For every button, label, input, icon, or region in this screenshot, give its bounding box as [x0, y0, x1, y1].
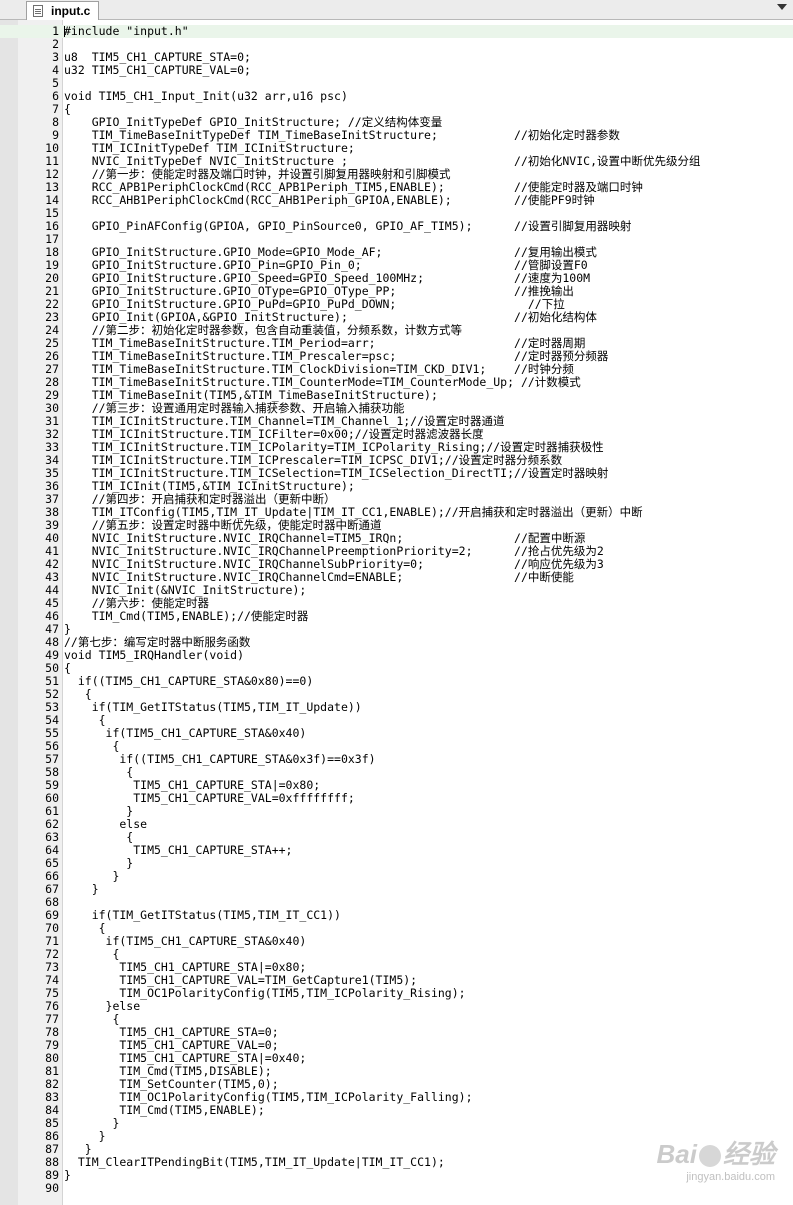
code-text[interactable]: void TIM5_IRQHandler(void): [64, 649, 244, 662]
code-text[interactable]: u32 TIM5_CH1_CAPTURE_VAL=0;: [64, 64, 251, 77]
code-line[interactable]: 1 #include "input.h": [0, 25, 793, 38]
code-line[interactable]: 16 GPIO_PinAFConfig(GPIOA, GPIO_PinSourc…: [0, 220, 793, 233]
code-lines: 1 #include "input.h" 2 3 u8 TIM5_CH1_CAPTURE…: [0, 25, 793, 1195]
code-text[interactable]: if((TIM5_CH1_CAPTURE_STA&0x80)==0): [64, 675, 313, 688]
code-text[interactable]: TIM_Cmd(TIM5,ENABLE);//使能定时器: [64, 610, 309, 623]
code-editor[interactable]: 1 #include "input.h" 2 3 u8 TIM5_CH1_CAPTURE…: [0, 20, 793, 1205]
code-line[interactable]: 53 if(TIM_GetITStatus(TIM5,TIM_IT_Update…: [0, 701, 793, 714]
code-line[interactable]: 90: [0, 1182, 793, 1195]
code-line[interactable]: 49 void TIM5_IRQHandler(void): [0, 649, 793, 662]
watermark-brand: Bai: [656, 1139, 697, 1169]
code-text[interactable]: TIM_ClearITPendingBit(TIM5,TIM_IT_Update…: [64, 1156, 445, 1169]
code-text[interactable]: }: [64, 883, 99, 896]
code-line[interactable]: 46 TIM_Cmd(TIM5,ENABLE);//使能定时器: [0, 610, 793, 623]
code-line[interactable]: 14 RCC_AHB1PeriphClockCmd(RCC_AHB1Periph…: [0, 194, 793, 207]
code-text[interactable]: }: [64, 1169, 71, 1182]
code-text[interactable]: GPIO_PinAFConfig(GPIOA, GPIO_PinSource0,…: [64, 220, 632, 233]
code-text[interactable]: RCC_AHB1PeriphClockCmd(RCC_AHB1Periph_GP…: [64, 194, 595, 207]
code-text[interactable]: if(TIM_GetITStatus(TIM5,TIM_IT_Update)): [64, 701, 362, 714]
tab-label: input.c: [51, 4, 91, 18]
baidu-paw-icon: [698, 1145, 721, 1168]
code-line[interactable]: 6 void TIM5_CH1_Input_Init(u32 arr,u16 ps…: [0, 90, 793, 103]
code-text[interactable]: #include "input.h": [64, 25, 189, 38]
file-icon: [33, 5, 43, 17]
watermark-url: jingyan.baidu.com: [686, 1171, 775, 1183]
watermark-brand-suffix: 经验: [722, 1139, 775, 1169]
baidu-watermark: Bai 经验 jingyan.baidu.com: [657, 1134, 775, 1183]
tab-input-c[interactable]: input.c: [26, 1, 100, 20]
line-number: 90: [45, 1181, 59, 1195]
code-line[interactable]: 51 if((TIM5_CH1_CAPTURE_STA&0x80)==0): [0, 675, 793, 688]
code-line[interactable]: 66 }: [0, 870, 793, 883]
code-line[interactable]: 69 if(TIM_GetITStatus(TIM5,TIM_IT_CC1)): [0, 909, 793, 922]
code-line[interactable]: 67 }: [0, 883, 793, 896]
tab-list-dropdown-icon[interactable]: [777, 4, 787, 10]
editor-tab-bar: input.c: [0, 0, 793, 20]
code-line[interactable]: 85 }: [0, 1117, 793, 1130]
code-text[interactable]: void TIM5_CH1_Input_Init(u32 arr,u16 psc…: [64, 90, 348, 103]
text-caret: [64, 26, 65, 37]
code-line[interactable]: 4 u32 TIM5_CH1_CAPTURE_VAL=0;: [0, 64, 793, 77]
